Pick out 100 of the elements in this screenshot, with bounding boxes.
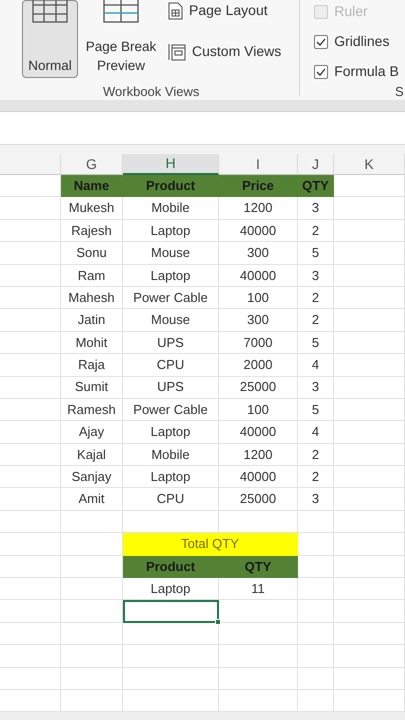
table-cell: 40000 — [219, 220, 298, 242]
column-header[interactable]: H — [123, 154, 219, 175]
table-cell: 25000 — [219, 376, 298, 399]
empty-cell[interactable] — [334, 533, 405, 556]
view-button[interactable]: Normal — [22, 0, 78, 78]
empty-cell[interactable] — [219, 645, 298, 668]
empty-cell[interactable] — [334, 600, 405, 623]
empty-cell[interactable] — [334, 645, 405, 668]
empty-cell[interactable] — [0, 220, 61, 242]
table-cell: Amit — [61, 488, 123, 511]
empty-cell[interactable] — [298, 578, 334, 600]
custom-views-icon — [168, 42, 186, 60]
column-header[interactable]: G — [61, 154, 123, 175]
table-cell: 1200 — [219, 197, 298, 220]
empty-cell[interactable] — [0, 622, 61, 646]
corner-cell[interactable] — [0, 154, 61, 175]
empty-cell[interactable] — [219, 600, 298, 623]
table-cell: 300 — [219, 242, 298, 265]
table-cell: 5 — [298, 242, 334, 265]
empty-cell[interactable] — [0, 309, 61, 332]
column-header[interactable]: K — [334, 154, 405, 175]
table-cell: Kajal — [61, 444, 123, 466]
empty-cell[interactable] — [0, 510, 61, 534]
table-cell: Sumit — [61, 376, 123, 399]
view-button[interactable]: Page Break Preview — [82, 0, 160, 78]
empty-cell[interactable] — [334, 556, 405, 578]
empty-cell[interactable] — [0, 578, 61, 600]
empty-cell[interactable] — [0, 242, 61, 265]
ribbon-button[interactable]: Page Layout — [168, 0, 282, 21]
empty-cell[interactable] — [0, 600, 61, 623]
checkbox[interactable]: Gridlines — [314, 31, 399, 52]
empty-cell[interactable] — [61, 645, 123, 668]
table-cell: 2000 — [219, 354, 298, 377]
empty-cell[interactable] — [334, 444, 405, 466]
empty-cell[interactable] — [0, 421, 61, 444]
empty-cell[interactable] — [334, 466, 405, 488]
empty-cell[interactable] — [298, 600, 334, 623]
table-cell: Mohit — [61, 332, 123, 354]
table-cell: 2 — [298, 309, 334, 332]
empty-cell[interactable] — [298, 645, 334, 668]
empty-cell[interactable] — [334, 398, 405, 422]
empty-cell[interactable] — [0, 264, 61, 287]
ribbon-button[interactable]: Custom Views — [168, 41, 282, 62]
table-cell: Sonu — [61, 242, 123, 265]
empty-cell[interactable] — [61, 668, 123, 690]
table-cell: Ram — [61, 264, 123, 287]
empty-cell[interactable] — [334, 510, 405, 534]
table-cell: 5 — [298, 398, 334, 422]
empty-cell[interactable] — [0, 533, 61, 556]
empty-cell[interactable] — [334, 354, 405, 377]
table-cell: 100 — [219, 286, 298, 310]
empty-cell[interactable] — [0, 444, 61, 466]
empty-cell[interactable] — [334, 242, 405, 265]
empty-cell[interactable] — [61, 600, 123, 623]
empty-cell[interactable] — [298, 622, 334, 646]
empty-cell[interactable] — [61, 578, 123, 600]
checkbox[interactable]: Formula B — [314, 61, 399, 82]
empty-cell[interactable] — [298, 668, 334, 690]
empty-cell[interactable] — [0, 354, 61, 377]
table-cell: 3 — [298, 376, 334, 399]
empty-cell[interactable] — [0, 668, 61, 690]
table-cell: Mahesh — [61, 286, 123, 310]
table-cell: 3 — [298, 264, 334, 287]
empty-cell[interactable] — [219, 622, 298, 646]
empty-cell[interactable] — [219, 668, 298, 690]
empty-cell[interactable] — [0, 556, 61, 578]
empty-cell[interactable] — [123, 622, 219, 646]
empty-cell[interactable] — [334, 668, 405, 690]
empty-cell[interactable] — [0, 488, 61, 511]
column-header[interactable]: I — [219, 154, 298, 175]
empty-cell[interactable] — [0, 466, 61, 488]
empty-cell[interactable] — [334, 309, 405, 332]
empty-cell[interactable] — [123, 668, 219, 690]
empty-cell[interactable] — [334, 332, 405, 354]
empty-cell[interactable] — [334, 220, 405, 242]
table-cell: Laptop — [123, 421, 219, 444]
empty-cell[interactable] — [334, 488, 405, 511]
table-cell: 2 — [298, 220, 334, 242]
empty-cell[interactable] — [0, 376, 61, 399]
empty-cell[interactable] — [334, 197, 405, 220]
empty-cell[interactable] — [334, 376, 405, 399]
empty-cell[interactable] — [0, 286, 61, 310]
empty-cell[interactable] — [334, 264, 405, 287]
empty-cell[interactable] — [0, 398, 61, 422]
empty-cell[interactable] — [334, 622, 405, 646]
empty-cell[interactable] — [123, 645, 219, 668]
table-cell: 1200 — [219, 444, 298, 466]
table-cell: 11 — [219, 578, 298, 600]
table-cell: 2 — [298, 286, 334, 310]
active-cell[interactable] — [123, 600, 219, 623]
column-header[interactable]: J — [298, 154, 334, 175]
empty-cell[interactable] — [334, 421, 405, 444]
empty-cell[interactable] — [334, 578, 405, 600]
empty-cell[interactable] — [61, 510, 123, 534]
empty-cell[interactable] — [0, 645, 61, 668]
empty-cell[interactable] — [334, 286, 405, 310]
empty-cell[interactable] — [298, 510, 334, 534]
empty-cell[interactable] — [61, 622, 123, 646]
empty-cell[interactable] — [0, 197, 61, 220]
empty-cell[interactable] — [0, 332, 61, 354]
